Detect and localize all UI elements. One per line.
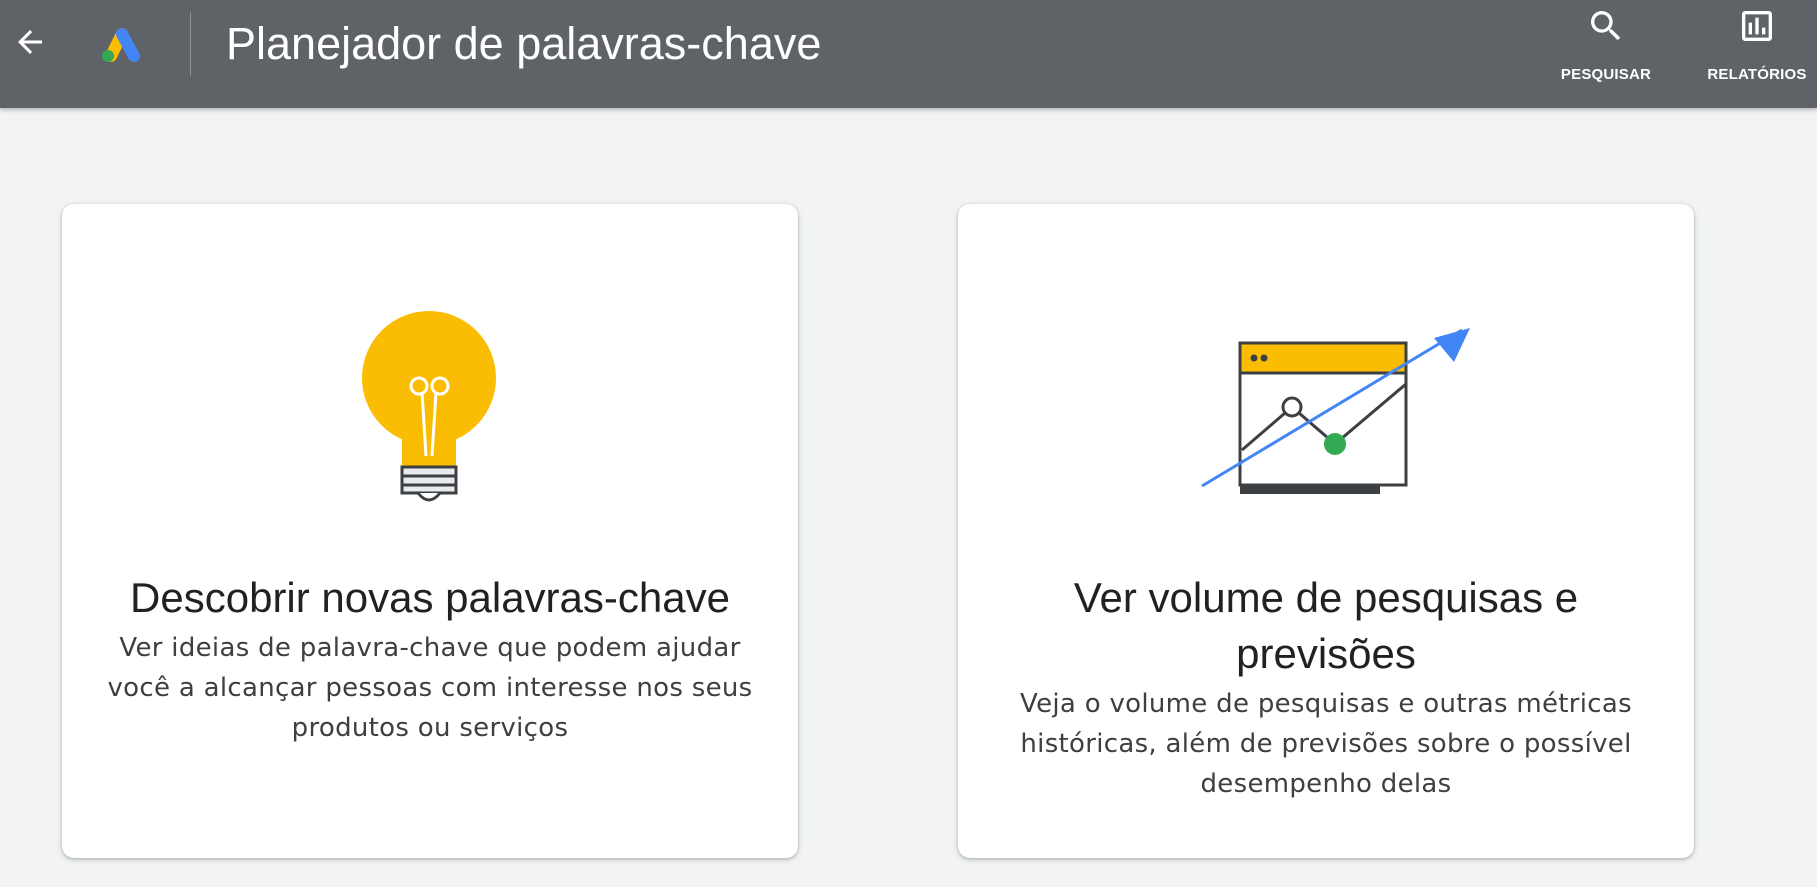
top-app-bar: Planejador de palavras-chave PESQUISAR R… — [0, 0, 1817, 108]
card-title: Ver volume de pesquisas e previsões — [1073, 574, 1579, 677]
card-description: Ver ideias de palavra-chave que podem aj… — [107, 633, 753, 743]
bar-chart-icon — [1737, 6, 1777, 46]
search-button[interactable]: PESQUISAR — [1556, 6, 1656, 86]
reports-label: RELATÓRIOS — [1707, 66, 1807, 83]
search-label: PESQUISAR — [1560, 66, 1652, 83]
back-button[interactable] — [6, 20, 54, 68]
page-title: Planejador de palavras-chave — [226, 18, 822, 69]
reports-button[interactable]: RELATÓRIOS — [1700, 6, 1814, 86]
arrow-back-icon — [12, 24, 48, 65]
discover-keywords-card[interactable]: Descobrir novas palavras-chave Ver ideia… — [62, 204, 798, 858]
chart-trend-up-icon — [958, 204, 1694, 504]
google-ads-logo[interactable] — [96, 22, 146, 66]
search-volume-card[interactable]: Ver volume de pesquisas e previsões Veja… — [958, 204, 1694, 858]
card-description: Veja o volume de pesquisas e outras métr… — [1020, 689, 1632, 799]
header-divider — [190, 12, 191, 76]
search-icon — [1586, 6, 1626, 46]
lightbulb-icon — [62, 204, 798, 504]
card-title: Descobrir novas palavras-chave — [130, 574, 730, 621]
